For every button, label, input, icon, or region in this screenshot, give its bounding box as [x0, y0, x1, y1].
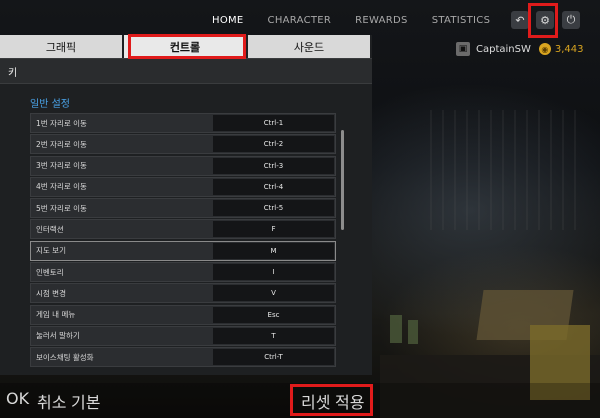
- keybinding-row[interactable]: 1번 자리로 이동 Ctrl-1: [30, 113, 336, 133]
- section-general: 일반 설정: [30, 99, 70, 110]
- gear-icon[interactable]: ⚙: [536, 11, 554, 29]
- keybinding-key[interactable]: V: [213, 285, 334, 302]
- nav-home[interactable]: HOME: [200, 15, 256, 26]
- keybinding-row[interactable]: 5번 자리로 이동 Ctrl-5: [30, 198, 336, 219]
- keybinding-key[interactable]: T: [213, 327, 334, 344]
- keybinding-row[interactable]: 4번 자리로 이동 Ctrl-4: [30, 176, 336, 197]
- top-navigation: HOME CHARACTER REWARDS STATISTICS: [200, 0, 502, 40]
- keybinding-row[interactable]: 지도 보기 M: [30, 240, 336, 261]
- apply-button[interactable]: 적용: [335, 389, 364, 413]
- username: CaptainSW: [476, 43, 531, 55]
- keybinding-label: 2번 자리로 이동: [36, 139, 87, 149]
- coin-count: 3,443: [554, 43, 584, 55]
- keybinding-label: 인벤토리: [36, 267, 64, 277]
- back-icon[interactable]: ↶: [511, 11, 529, 29]
- keybinding-key[interactable]: Ctrl-2: [213, 136, 334, 153]
- keybinding-key[interactable]: F: [213, 221, 334, 238]
- footer-bar: OK 취소 기본 리셋 적용: [0, 383, 600, 418]
- nav-statistics[interactable]: STATISTICS: [420, 15, 503, 26]
- keys-header: 키: [0, 58, 372, 84]
- default-button[interactable]: 기본: [71, 389, 100, 413]
- scene-bottle: [408, 320, 418, 344]
- nav-rewards[interactable]: REWARDS: [343, 15, 420, 26]
- keybinding-key[interactable]: I: [213, 264, 334, 281]
- reset-button[interactable]: 리셋: [301, 389, 330, 413]
- ok-button[interactable]: OK: [6, 389, 29, 408]
- keybinding-key[interactable]: Ctrl-1: [213, 115, 334, 131]
- coin-icon: ◉: [538, 43, 551, 55]
- keybinding-label: 게임 내 메뉴: [36, 310, 76, 320]
- keybinding-key[interactable]: Esc: [213, 306, 334, 323]
- keybinding-row[interactable]: 게임 내 메뉴 Esc: [30, 304, 336, 325]
- scene-bottle: [390, 315, 402, 343]
- scene-fence: [430, 110, 580, 230]
- nav-character[interactable]: CHARACTER: [256, 15, 344, 26]
- keybinding-key[interactable]: Ctrl-3: [213, 157, 334, 174]
- user-info: ▣ CaptainSW ◉ 3,443: [456, 42, 584, 56]
- keybinding-label: 보이스채팅 활성화: [36, 352, 94, 362]
- cancel-button[interactable]: 취소: [37, 389, 66, 413]
- keybinding-label: 1번 자리로 이동: [36, 118, 87, 128]
- keybinding-key[interactable]: Ctrl-T: [213, 349, 334, 366]
- keybinding-row[interactable]: 눌러서 말하기 T: [30, 325, 336, 346]
- keybinding-key[interactable]: Ctrl-5: [213, 200, 334, 217]
- keybinding-key[interactable]: Ctrl-4: [213, 178, 334, 195]
- keybinding-row[interactable]: 보이스채팅 활성화 Ctrl-T: [30, 347, 336, 368]
- settings-tabs: 그래픽 컨트롤 사운드: [0, 35, 372, 58]
- tab-graphics[interactable]: 그래픽: [0, 35, 124, 58]
- keybinding-list: 1번 자리로 이동 Ctrl-1 2번 자리로 이동 Ctrl-2 3번 자리로 이…: [30, 113, 336, 369]
- keybinding-row[interactable]: 3번 자리로 이동 Ctrl-3: [30, 155, 336, 176]
- keybinding-label: 4번 자리로 이동: [36, 182, 87, 192]
- settings-panel: 그래픽 컨트롤 사운드 키 일반 설정 1번 자리로 이동 Ctrl-1 2번 자…: [0, 35, 372, 375]
- twitch-icon: ▣: [456, 42, 470, 56]
- tab-controls[interactable]: 컨트롤: [124, 35, 248, 58]
- keybinding-key[interactable]: M: [213, 242, 334, 259]
- keybinding-label: 눌러서 말하기: [36, 331, 80, 341]
- tab-sound[interactable]: 사운드: [248, 35, 372, 58]
- keybinding-label: 인터랙션: [36, 224, 64, 234]
- keybinding-label: 지도 보기: [36, 246, 66, 256]
- keybinding-row[interactable]: 인터랙션 F: [30, 219, 336, 240]
- keybinding-label: 5번 자리로 이동: [36, 203, 87, 213]
- keybinding-label: 3번 자리로 이동: [36, 161, 87, 171]
- keybinding-row[interactable]: 2번 자리로 이동 Ctrl-2: [30, 134, 336, 155]
- keybinding-row[interactable]: 시점 변경 V: [30, 283, 336, 304]
- keybinding-label: 시점 변경: [36, 288, 66, 298]
- power-icon[interactable]: ⏻: [562, 11, 580, 29]
- scrollbar[interactable]: [341, 130, 344, 230]
- keybinding-row[interactable]: 인벤토리 I: [30, 262, 336, 283]
